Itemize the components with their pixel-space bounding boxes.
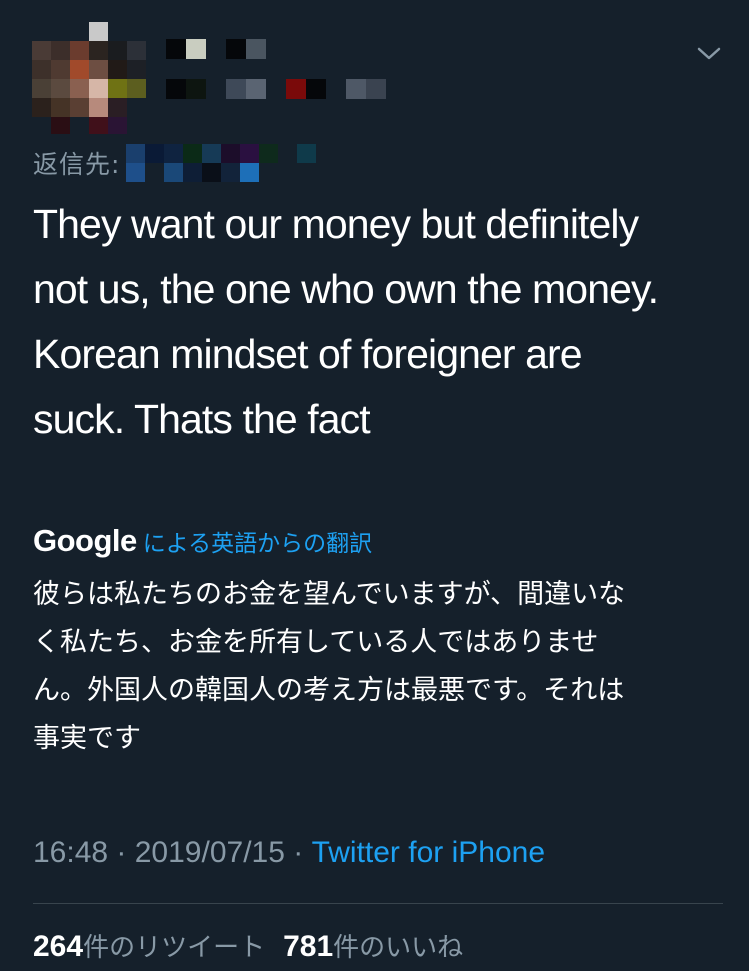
tweet-source-link[interactable]: Twitter for iPhone (312, 836, 545, 870)
tweet-time: 16:48 (33, 836, 109, 869)
reply-to-handle-redacted[interactable] (126, 144, 317, 182)
tweet-date: 2019/07/15 (134, 836, 285, 869)
avatar[interactable] (32, 22, 146, 134)
tweet-meta: 16:48 · 2019/07/15 · Twitter for iPhone (33, 836, 545, 870)
translation-header: Google による英語からの翻訳 (33, 523, 372, 559)
retweets-stat[interactable]: 264件のリツイート (33, 927, 265, 964)
meta-separator: · (284, 836, 312, 869)
retweets-label: 件のリツイート (83, 933, 266, 963)
likes-stat[interactable]: 781件のいいね (283, 927, 463, 964)
retweets-count: 264 (33, 930, 84, 963)
tweet-text: They want our money but definitely not u… (33, 201, 659, 442)
meta-separator: · (108, 836, 135, 869)
tweet-detail: 返信先: They want our money but definitely … (0, 0, 749, 971)
likes-count: 781 (283, 930, 334, 963)
tweet-stats: 264件のリツイート 781件のいいね (33, 927, 463, 964)
chevron-down-icon[interactable] (696, 42, 722, 64)
translation-label[interactable]: による英語からの翻訳 (143, 524, 372, 558)
divider (33, 903, 723, 904)
likes-label: 件のいいね (333, 933, 464, 963)
display-name-redacted[interactable] (166, 39, 266, 59)
reply-to: 返信先: (33, 144, 317, 182)
google-logo: Google (33, 523, 137, 558)
reply-to-label: 返信先: (33, 150, 121, 179)
translated-text: 彼らは私たちのお金を望んでいますが、間違いな く私たち、お金を所有している人では… (33, 579, 626, 754)
handle-redacted[interactable] (166, 79, 386, 99)
